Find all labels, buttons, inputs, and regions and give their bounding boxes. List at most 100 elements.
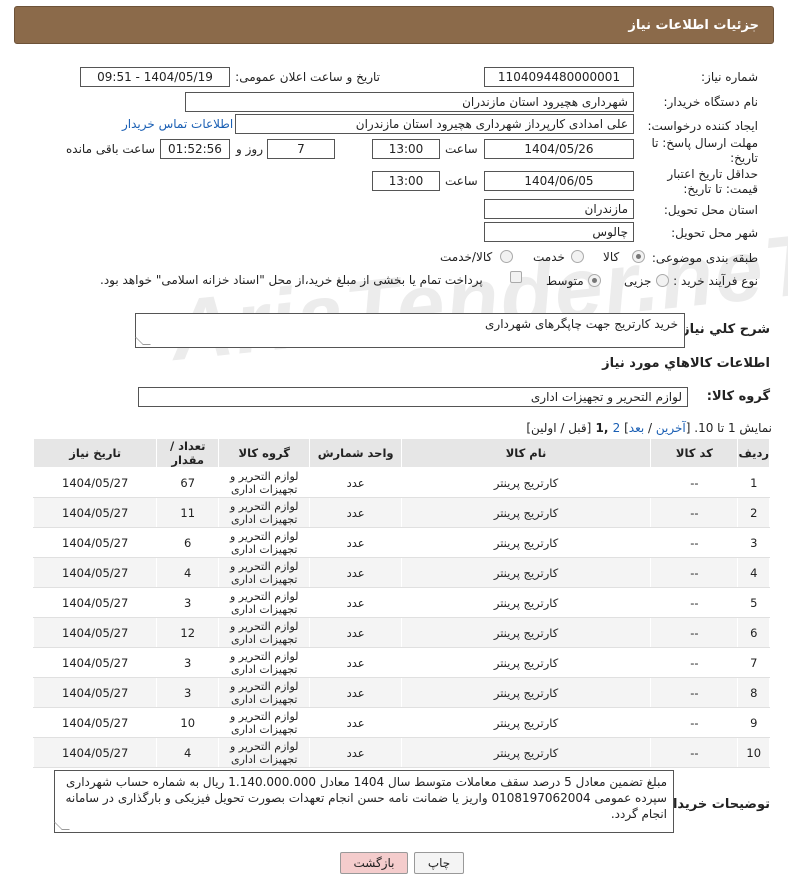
cell-quantity: 67 [156,467,220,498]
pagination-next-link[interactable]: بعد [629,421,644,435]
pagination-last-link[interactable]: آخرین [656,421,686,435]
cell-quantity: 3 [156,647,220,678]
print-button[interactable]: چاپ [414,852,464,874]
cell-item-group: لوازم التحرير و تجهيزات اداری [218,647,311,678]
back-button[interactable]: بازگشت [340,852,408,874]
pagination-bracket: ] [620,421,629,435]
page-title: جزئیات اطلاعات نیاز [628,18,759,33]
cell-need-date: 1404/05/27 [32,707,158,738]
cell-row-number: 7 [737,647,770,678]
cell-item-group: لوازم التحرير و تجهيزات اداری [218,617,311,648]
purchase-option-medium: متوسط [546,274,584,288]
cell-item-name: کارتریج پرینتر [400,707,652,738]
cell-unit: عدد [309,527,402,558]
cell-item-group: لوازم التحرير و تجهيزات اداری [218,587,311,618]
buyer-contact-link[interactable]: اطلاعات تماس خریدار [122,117,233,131]
price-validity-date-field: 1404/06/05 [484,171,634,191]
purchase-option-minor: جزیی [624,274,652,288]
remaining-label: ساعت باقی مانده [66,142,156,156]
cell-item-code: -- [650,677,739,708]
requester-field: علی امدادی کارپرداز شهرداری هچیرود استان… [235,114,634,134]
price-validity-time-field: 13:00 [372,171,440,191]
category-radio-service[interactable] [571,250,584,263]
cell-row-number: 4 [737,557,770,588]
cell-row-number: 10 [737,737,770,768]
table-row: 8 -- کارتریج پرینتر عدد لوازم التحرير و تجهي… [32,677,770,708]
col-need-date: تاریخ نیاز [32,438,158,468]
resize-handle-icon[interactable] [54,822,70,830]
table-row: 4 -- کارتریج پرینتر عدد لوازم التحرير و تجهي… [32,557,770,588]
cell-need-date: 1404/05/27 [32,737,158,768]
cell-unit: عدد [309,497,402,528]
cell-item-code: -- [650,617,739,648]
cell-quantity: 11 [156,497,220,528]
col-item-name: نام کالا [400,438,652,468]
cell-item-name: کارتریج پرینتر [400,497,652,528]
cell-item-name: کارتریج پرینتر [400,737,652,768]
days-field: 7 [267,139,335,159]
cell-item-code: -- [650,557,739,588]
category-radio-goods[interactable] [632,250,645,263]
price-validity-hour-label: ساعت [445,174,478,188]
cell-row-number: 5 [737,587,770,618]
cell-quantity: 10 [156,707,220,738]
table-row: 10 -- کارتریج پرینتر عدد لوازم التحرير و تجه… [32,737,770,768]
buyer-notes-label: توضیحات خریدار: [660,797,770,812]
province-field: مازندران [484,199,634,219]
cell-need-date: 1404/05/27 [32,647,158,678]
deadline-date-field: 1404/05/26 [484,139,634,159]
page-header: جزئیات اطلاعات نیاز [14,6,774,44]
cell-need-date: 1404/05/27 [32,617,158,648]
province-label: استان محل تحویل: [663,203,758,217]
buyer-notes-text: مبلغ تضمین معادل 5 درصد سقف معاملات متوس… [65,775,668,821]
pagination-prev-first: [قبل / اولین] [526,421,592,435]
pagination-separator: / [644,421,656,435]
table-row: 2 -- کارتریج پرینتر عدد لوازم التحرير و تجهي… [32,497,770,528]
cell-quantity: 6 [156,527,220,558]
buyer-notes-textarea: مبلغ تضمین معادل 5 درصد سقف معاملات متوس… [54,770,674,833]
category-label: طبقه بندی موضوعی: [651,251,758,265]
cell-item-group: لوازم التحرير و تجهيزات اداری [218,677,311,708]
deadline-label: مهلت ارسال پاسخ: تا تاریخ: [651,136,758,165]
buyer-org-label: نام دستگاه خریدار: [663,95,759,109]
buyer-org-field: شهرداری هچیرود استان مازندران [185,92,634,112]
price-validity-label: حداقل تاریخ اعتبار قیمت: تا تاریخ: [667,167,758,196]
treasury-payment-note: پرداخت تمام یا بخشی از مبلغ خرید،از محل … [100,273,483,287]
cell-row-number: 2 [737,497,770,528]
cell-item-name: کارتریج پرینتر [400,677,652,708]
cell-item-name: کارتریج پرینتر [400,557,652,588]
treasury-payment-checkbox[interactable] [510,271,522,283]
deadline-hour-label: ساعت [445,142,478,156]
purchase-radio-minor[interactable] [656,274,669,287]
col-unit: واحد شمارش [309,438,402,468]
col-quantity: تعداد / مقدار [156,438,220,468]
cell-unit: عدد [309,737,402,768]
table-header-row: ردیف کد کالا نام کالا واحد شمارش گروه کا… [32,438,770,468]
cell-unit: عدد [309,647,402,678]
pagination-prefix: نمایش 1 تا 10. [ [685,421,772,435]
cell-need-date: 1404/05/27 [32,587,158,618]
cell-unit: عدد [309,587,402,618]
requester-label: ایجاد کننده درخواست: [647,119,758,133]
cell-item-code: -- [650,527,739,558]
cell-item-group: لوازم التحرير و تجهيزات اداری [218,497,311,528]
cell-unit: عدد [309,617,402,648]
need-number-label: شماره نیاز: [701,70,758,84]
cell-need-date: 1404/05/27 [32,677,158,708]
cell-item-code: -- [650,647,739,678]
category-option-service: خدمت [533,250,565,264]
category-radio-goods-service[interactable] [500,250,513,263]
cell-item-group: لوازم التحرير و تجهيزات اداری [218,707,311,738]
purchase-radio-medium[interactable] [588,274,601,287]
cell-item-name: کارتریج پرینتر [400,527,652,558]
col-row-number: ردیف [737,438,770,468]
resize-handle-icon[interactable] [135,337,151,345]
cell-need-date: 1404/05/27 [32,527,158,558]
table-row: 6 -- کارتریج پرینتر عدد لوازم التحرير و تجهي… [32,617,770,648]
city-field: چالوس [484,222,634,242]
city-label: شهر محل تحویل: [671,226,758,240]
cell-quantity: 3 [156,587,220,618]
cell-item-group: لوازم التحرير و تجهيزات اداری [218,527,311,558]
cell-unit: عدد [309,557,402,588]
cell-row-number: 6 [737,617,770,648]
